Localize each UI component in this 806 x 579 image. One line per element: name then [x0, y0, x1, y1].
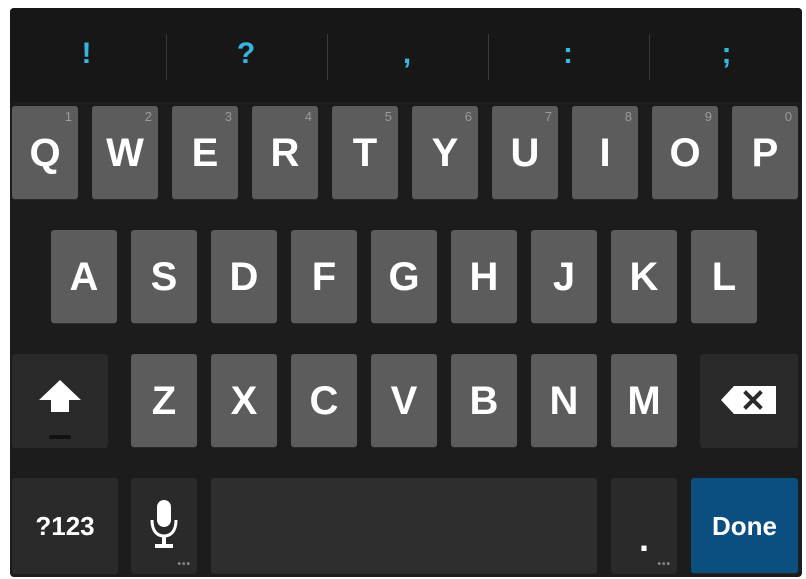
- key-label: X: [230, 378, 258, 423]
- suggestion-colon[interactable]: :: [490, 8, 646, 102]
- shift-indicator: [49, 435, 71, 439]
- key-label: V: [390, 378, 418, 423]
- key-label: Y: [431, 130, 459, 175]
- key-label: F: [311, 254, 337, 299]
- key-label: I: [599, 130, 611, 175]
- key-label: C: [309, 378, 339, 423]
- key-label: D: [229, 254, 259, 299]
- key-label: U: [510, 130, 540, 175]
- space-bar[interactable]: [211, 478, 597, 573]
- key-l[interactable]: L: [691, 230, 757, 323]
- key-d[interactable]: D: [211, 230, 277, 323]
- key-p[interactable]: 0P: [732, 106, 798, 199]
- key-o[interactable]: 9O: [652, 106, 718, 199]
- key-label: T: [352, 130, 378, 175]
- key-alt-number: 7: [544, 109, 552, 124]
- key-u[interactable]: 7U: [492, 106, 558, 199]
- suggestion-divider: [649, 34, 650, 80]
- key-label: ?123: [35, 510, 95, 541]
- key-label: Z: [151, 378, 177, 423]
- symbols-key[interactable]: ?123: [12, 478, 118, 573]
- key-alt-number: 2: [144, 109, 152, 124]
- done-label: Done: [712, 510, 777, 541]
- key-b[interactable]: B: [451, 354, 517, 447]
- key-alt-number: 3: [224, 109, 232, 124]
- key-label: M: [627, 378, 661, 423]
- suggestion-semicolon[interactable]: ;: [651, 8, 802, 102]
- key-alt-number: 1: [64, 109, 72, 124]
- key-v[interactable]: V: [371, 354, 437, 447]
- key-c[interactable]: C: [291, 354, 357, 447]
- key-label: G: [388, 254, 420, 299]
- key-h[interactable]: H: [451, 230, 517, 323]
- shift-key[interactable]: [12, 354, 108, 447]
- voice-input-key[interactable]: •••: [131, 478, 197, 573]
- key-label: N: [549, 378, 579, 423]
- key-g[interactable]: G: [371, 230, 437, 323]
- key-q[interactable]: 1Q: [12, 106, 78, 199]
- key-a[interactable]: A: [51, 230, 117, 323]
- key-label: H: [469, 254, 499, 299]
- suggestion-comma[interactable]: ,: [329, 8, 485, 102]
- key-label: L: [711, 254, 737, 299]
- key-alt-number: 6: [464, 109, 472, 124]
- microphone-icon: [150, 500, 178, 548]
- key-j[interactable]: J: [531, 230, 597, 323]
- shift-arrow-icon: [39, 380, 81, 412]
- key-label: K: [629, 254, 659, 299]
- key-y[interactable]: 6Y: [412, 106, 478, 199]
- key-e[interactable]: 3E: [172, 106, 238, 199]
- key-m[interactable]: M: [611, 354, 677, 447]
- suggestion-strip: ! ? , : ;: [10, 8, 802, 102]
- key-x[interactable]: X: [211, 354, 277, 447]
- key-label: R: [270, 130, 300, 175]
- key-label: J: [552, 254, 576, 299]
- key-label: O: [669, 130, 701, 175]
- suggestion-exclamation[interactable]: !: [10, 8, 163, 102]
- key-t[interactable]: 5T: [332, 106, 398, 199]
- key-w[interactable]: 2W: [92, 106, 158, 199]
- key-r[interactable]: 4R: [252, 106, 318, 199]
- suggestion-divider: [166, 34, 167, 80]
- key-label: P: [751, 130, 779, 175]
- key-alt-number: 5: [384, 109, 392, 124]
- backspace-icon: [721, 386, 776, 414]
- suggestion-divider: [488, 34, 489, 80]
- suggestion-divider: [327, 34, 328, 80]
- key-label: Q: [29, 130, 61, 175]
- key-label: A: [69, 254, 99, 299]
- key-label: E: [191, 130, 219, 175]
- key-n[interactable]: N: [531, 354, 597, 447]
- key-label: B: [469, 378, 499, 423]
- key-alt-number: 4: [304, 109, 312, 124]
- key-z[interactable]: Z: [131, 354, 197, 447]
- more-options-dots: •••: [177, 559, 191, 570]
- key-k[interactable]: K: [611, 230, 677, 323]
- key-label: S: [150, 254, 178, 299]
- key-alt-number: 0: [784, 109, 792, 124]
- more-options-dots: •••: [657, 559, 671, 570]
- suggestion-question[interactable]: ?: [168, 8, 324, 102]
- key-alt-number: 9: [704, 109, 712, 124]
- soft-keyboard: ! ? , : ; 1Q 2W 3E 4R 5T 6Y 7U 8I 9O 0P …: [10, 8, 802, 577]
- key-label: W: [106, 130, 144, 175]
- backspace-key[interactable]: [700, 354, 798, 447]
- done-button[interactable]: Done: [691, 478, 798, 573]
- key-f[interactable]: F: [291, 230, 357, 323]
- key-label: .: [638, 517, 649, 559]
- period-key[interactable]: . •••: [611, 478, 677, 573]
- key-s[interactable]: S: [131, 230, 197, 323]
- key-i[interactable]: 8I: [572, 106, 638, 199]
- key-alt-number: 8: [624, 109, 632, 124]
